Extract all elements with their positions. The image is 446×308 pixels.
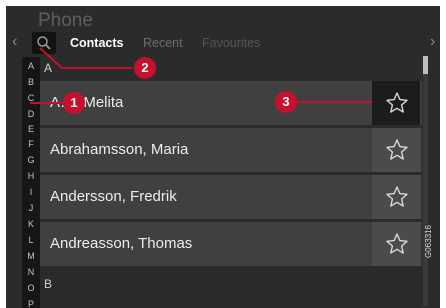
star-icon — [386, 233, 408, 254]
frame-border — [440, 0, 446, 308]
alphabet-letter[interactable]: N — [22, 267, 40, 277]
contact-name: Abrahamsson, Maria — [50, 141, 189, 158]
frame-border — [0, 0, 6, 308]
alphabet-letter[interactable]: E — [22, 124, 40, 134]
alphabet-letter[interactable]: I — [22, 187, 40, 197]
callout-marker: 3 — [275, 91, 297, 113]
favourite-button[interactable] — [372, 128, 420, 172]
contact-list: A A…, Melita Abrahamsson, Maria Andersso… — [40, 58, 422, 308]
callout-marker: 2 — [134, 57, 156, 79]
callout-leader — [30, 102, 64, 104]
alphabet-letter[interactable]: O — [22, 283, 40, 293]
alphabet-letter[interactable]: G — [22, 155, 40, 165]
app-title: Phone — [38, 10, 93, 31]
chevron-left-icon[interactable]: ‹ — [12, 34, 17, 50]
contact-name: Andersson, Fredrik — [50, 188, 177, 205]
star-icon — [386, 186, 408, 207]
star-icon — [386, 92, 408, 113]
figure-code: G063316 — [424, 225, 433, 258]
chevron-right-icon[interactable]: › — [430, 34, 435, 50]
callout-leader — [296, 101, 372, 103]
alphabet-letter[interactable]: F — [22, 139, 40, 149]
tab-recent[interactable]: Recent — [143, 36, 183, 50]
alphabet-letter[interactable]: D — [22, 109, 40, 119]
alphabet-index[interactable]: A B C D E F G H I J K L M N O P — [22, 57, 40, 308]
alphabet-letter[interactable]: J — [22, 203, 40, 213]
star-icon — [386, 139, 408, 160]
contact-row[interactable]: Andersson, Fredrik — [40, 175, 422, 219]
section-header: B — [40, 274, 422, 294]
scrollbar[interactable] — [423, 56, 428, 306]
alphabet-letter[interactable]: M — [22, 251, 40, 261]
alphabet-letter[interactable]: P — [22, 299, 40, 308]
contact-row[interactable]: Andreasson, Thomas — [40, 222, 422, 266]
alphabet-letter[interactable]: K — [22, 219, 40, 229]
favourite-button[interactable] — [372, 222, 420, 266]
favourite-button[interactable] — [372, 81, 420, 125]
section-letter: B — [44, 277, 53, 291]
alphabet-letter[interactable]: L — [22, 235, 40, 245]
tab-favourites[interactable]: Favourites — [202, 36, 260, 50]
contact-row[interactable]: A…, Melita — [40, 81, 422, 125]
callout-marker: 1 — [63, 92, 85, 114]
scrollbar-thumb[interactable] — [423, 56, 428, 74]
frame-border — [0, 0, 446, 6]
contact-row[interactable]: Abrahamsson, Maria — [40, 128, 422, 172]
alphabet-letter[interactable]: B — [22, 77, 40, 87]
contact-name: Andreasson, Thomas — [50, 235, 193, 252]
phone-screen: Phone ‹ › Contacts Recent Favourites A B… — [0, 0, 446, 308]
callout-leader — [39, 47, 132, 69]
favourite-button[interactable] — [372, 175, 420, 219]
alphabet-letter[interactable]: H — [22, 171, 40, 181]
